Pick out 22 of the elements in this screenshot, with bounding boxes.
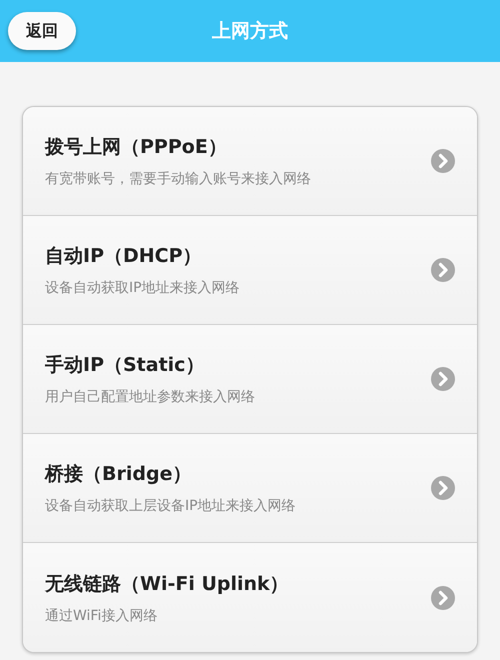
option-row[interactable]: 无线链路（Wi-Fi Uplink） 通过WiFi接入网络 [23,543,477,652]
back-button[interactable]: 返回 [8,12,76,50]
chevron-right-icon [431,476,455,500]
option-description: 设备自动获取IP地址来接入网络 [45,279,241,297]
option-title: 桥接（Bridge） [45,462,192,487]
option-title: 拨号上网（PPPoE） [45,135,228,160]
option-title: 无线链路（Wi-Fi Uplink） [45,572,290,596]
option-row[interactable]: 拨号上网（PPPoE） 有宽带账号，需要手动输入账号来接入网络 [23,107,477,216]
option-title: 手动IP（Static） [45,353,206,378]
option-description: 通过WiFi接入网络 [45,606,158,624]
option-row[interactable]: 手动IP（Static） 用户自己配置地址参数来接入网络 [23,325,477,434]
page-title: 上网方式 [212,19,288,44]
chevron-right-icon [431,586,455,610]
option-row[interactable]: 桥接（Bridge） 设备自动获取上层设备IP地址来接入网络 [23,434,477,543]
option-description: 用户自己配置地址参数来接入网络 [45,388,256,406]
chevron-right-icon [431,258,455,282]
option-description: 设备自动获取上层设备IP地址来接入网络 [45,497,297,515]
chevron-right-icon [431,149,455,173]
chevron-right-icon [431,367,455,391]
option-description: 有宽带账号，需要手动输入账号来接入网络 [45,170,312,188]
option-title: 自动IP（DHCP） [45,244,203,269]
option-row[interactable]: 自动IP（DHCP） 设备自动获取IP地址来接入网络 [23,216,477,325]
